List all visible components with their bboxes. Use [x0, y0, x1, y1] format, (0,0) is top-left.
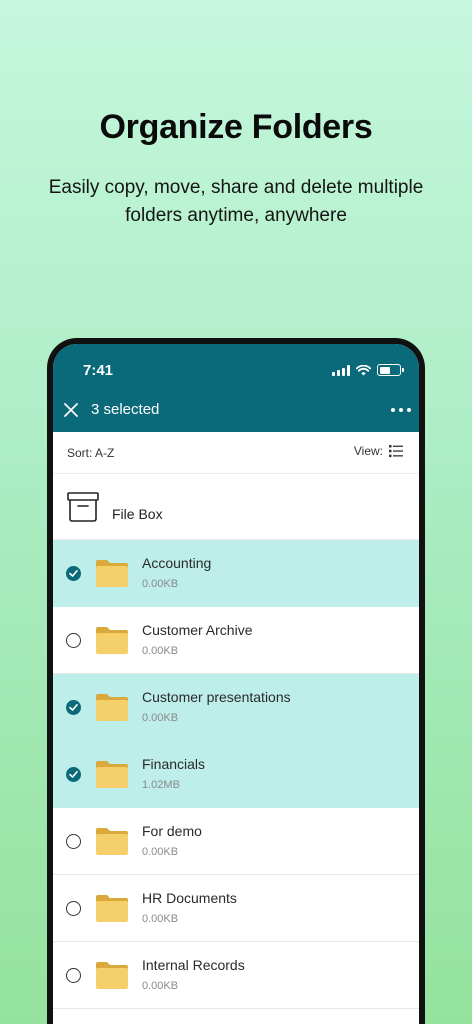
select-checkbox[interactable]	[66, 968, 81, 983]
folder-icon	[96, 761, 128, 788]
folder-icon	[96, 560, 128, 587]
folder-size: 0.00KB	[142, 712, 179, 724]
folder-icon	[96, 962, 128, 989]
folder-size: 0.00KB	[142, 980, 179, 992]
app-header: 7:41 3 selected	[53, 344, 419, 432]
signal-icon	[332, 364, 350, 376]
select-checkbox[interactable]	[66, 633, 81, 648]
wifi-icon	[356, 364, 371, 375]
folder-size: 0.00KB	[142, 645, 179, 657]
folder-size: 1.02MB	[142, 779, 180, 791]
view-toggle[interactable]: View:	[354, 444, 403, 458]
folder-size: 0.00KB	[142, 913, 179, 925]
archive-box-icon	[67, 492, 99, 522]
folder-name: For demo	[142, 823, 202, 839]
close-icon[interactable]	[63, 402, 79, 418]
file-box-label: File Box	[112, 506, 163, 522]
folder-size: 0.00KB	[142, 846, 179, 858]
folder-size: 0.00KB	[142, 578, 179, 590]
folder-row[interactable]: HR Documents 0.00KB	[53, 875, 419, 942]
select-checkbox[interactable]	[66, 700, 81, 715]
folder-name: Customer Archive	[142, 622, 253, 638]
folder-row[interactable]: Accounting 0.00KB	[53, 540, 419, 607]
folder-list: Accounting 0.00KB Customer Archive 0.00K…	[53, 540, 419, 1009]
folder-icon	[96, 627, 128, 654]
phone-screen: 7:41 3 selected Sort: A-Z View: File Box…	[53, 344, 419, 1024]
phone-frame: 7:41 3 selected Sort: A-Z View: File Box…	[47, 338, 425, 1024]
select-checkbox[interactable]	[66, 901, 81, 916]
folder-row[interactable]: Customer presentations 0.00KB	[53, 674, 419, 741]
folder-row[interactable]: For demo 0.00KB	[53, 808, 419, 875]
promo-subline: Easily copy, move, share and delete mult…	[48, 177, 424, 226]
folder-row[interactable]: Financials 1.02MB	[53, 741, 419, 808]
folder-icon	[96, 694, 128, 721]
status-time: 7:41	[83, 362, 114, 379]
select-checkbox[interactable]	[66, 566, 81, 581]
folder-name: Accounting	[142, 555, 212, 571]
status-icons	[332, 364, 404, 376]
select-checkbox[interactable]	[66, 834, 81, 849]
list-view-icon	[389, 445, 403, 458]
sort-button[interactable]: Sort: A-Z	[67, 446, 114, 460]
folder-icon	[96, 828, 128, 855]
promo-headline: Organize Folders	[99, 108, 373, 146]
folder-name: Internal Records	[142, 957, 245, 973]
folder-row[interactable]: Internal Records 0.00KB	[53, 942, 419, 1009]
folder-name: Financials	[142, 756, 206, 772]
folder-row[interactable]: Customer Archive 0.00KB	[53, 607, 419, 674]
select-checkbox[interactable]	[66, 767, 81, 782]
view-label: View:	[353, 444, 383, 458]
battery-icon	[377, 364, 404, 376]
selection-count: 3 selected	[91, 401, 160, 418]
more-options-icon[interactable]	[391, 408, 411, 412]
folder-name: Customer presentations	[142, 689, 291, 705]
folder-name: HR Documents	[142, 890, 237, 906]
folder-icon	[96, 895, 128, 922]
sort-bar: Sort: A-Z View:	[53, 432, 419, 474]
file-box-item[interactable]: File Box	[53, 474, 419, 540]
